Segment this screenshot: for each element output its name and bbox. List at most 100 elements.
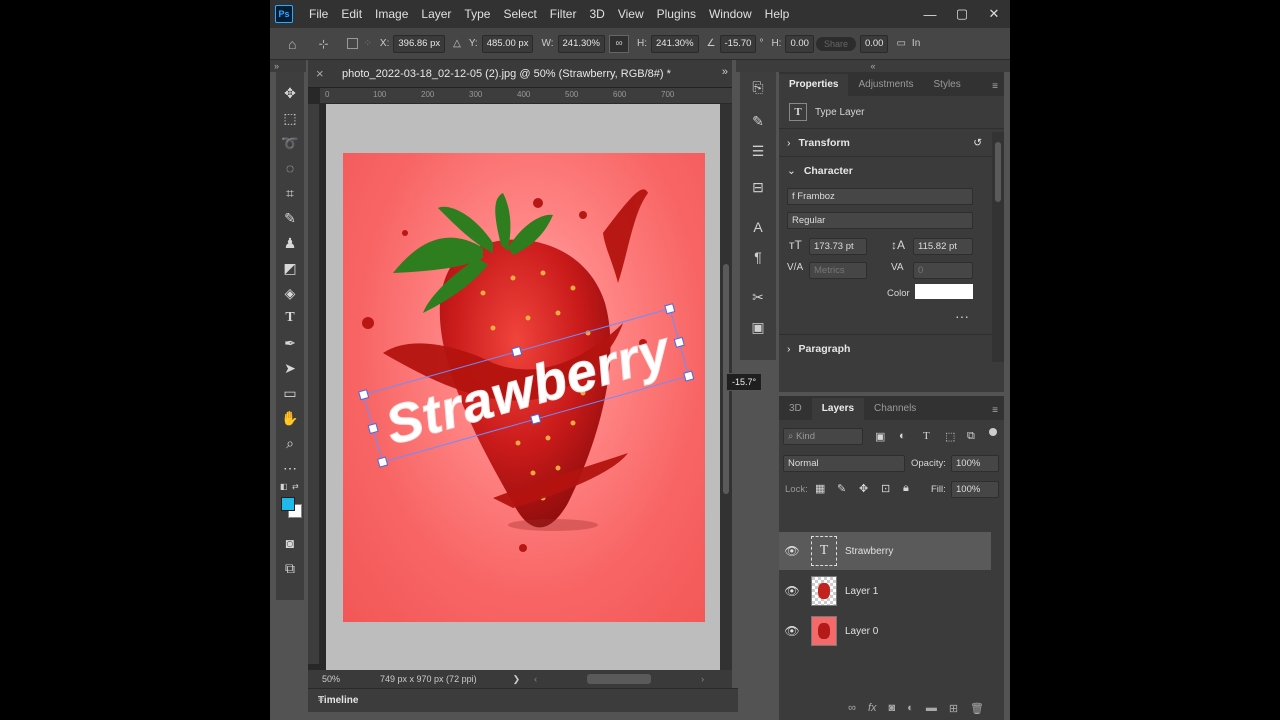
reference-grid-icon[interactable]: ⁘: [364, 38, 372, 49]
add-mask-icon[interactable]: ◙: [889, 702, 896, 714]
rectangle-tool-icon[interactable]: ▭: [279, 382, 301, 404]
menu-edit[interactable]: Edit: [341, 7, 362, 21]
pen-tool-icon[interactable]: ✒: [279, 332, 301, 354]
menu-type[interactable]: Type: [464, 7, 490, 21]
lock-position-icon[interactable]: ✥: [859, 482, 868, 495]
filter-smart-object-icon[interactable]: ⧉: [967, 430, 975, 443]
layer-kind-filter[interactable]: ⌕ Kind: [783, 428, 863, 445]
hskew-field[interactable]: 0.00: [785, 34, 814, 53]
tracking-field[interactable]: 0: [913, 262, 973, 279]
visibility-eye-icon[interactable]: 👁︎: [779, 544, 805, 558]
visibility-eye-icon[interactable]: 👁︎: [779, 624, 805, 638]
kerning-field[interactable]: Metrics: [809, 262, 867, 279]
foreground-color-swatch[interactable]: [281, 497, 295, 511]
tab-styles[interactable]: Styles: [924, 74, 971, 96]
layer-name[interactable]: Layer 0: [845, 626, 878, 637]
warp-icon[interactable]: ▭: [896, 38, 905, 49]
transform-handle[interactable]: [511, 346, 523, 358]
menu-view[interactable]: View: [618, 7, 644, 21]
transform-handle[interactable]: [530, 413, 542, 425]
reference-checkbox[interactable]: [346, 38, 358, 49]
brush-tool-icon[interactable]: ✎: [279, 207, 301, 229]
zoom-level[interactable]: 50%: [322, 674, 340, 684]
text-color-swatch[interactable]: [915, 284, 973, 299]
x-field[interactable]: 396.86 px: [393, 34, 446, 53]
delta-icon[interactable]: △: [453, 38, 461, 49]
quick-mask-icon[interactable]: ◙: [279, 532, 301, 554]
brush-settings-icon[interactable]: ✎: [740, 106, 776, 136]
paragraph-panel-icon[interactable]: ¶: [740, 242, 776, 272]
layer-name[interactable]: Strawberry: [845, 546, 893, 557]
link-icon[interactable]: ∞: [609, 34, 630, 53]
vskew-field[interactable]: 0.00: [859, 34, 889, 53]
menu-window[interactable]: Window: [709, 7, 752, 21]
menu-select[interactable]: Select: [503, 7, 536, 21]
leading-field[interactable]: 115.82 pt: [913, 238, 973, 255]
blend-mode-select[interactable]: Normal: [783, 455, 905, 472]
menu-filter[interactable]: Filter: [550, 7, 577, 21]
lock-pixels-icon[interactable]: ✎: [837, 482, 846, 495]
scroll-right-icon[interactable]: ›: [701, 674, 704, 684]
tab-close-icon[interactable]: ×: [316, 66, 324, 81]
reset-transform-icon[interactable]: ↺: [973, 137, 982, 149]
close-icon[interactable]: ✕: [978, 6, 1010, 22]
history-icon[interactable]: ⎘: [740, 72, 776, 102]
layer-row-layer-0[interactable]: 👁︎ Layer 0: [779, 612, 991, 650]
menu-file[interactable]: File: [309, 7, 328, 21]
more-options-icon[interactable]: ···: [955, 308, 969, 324]
zoom-tool-icon[interactable]: ⌕: [279, 432, 301, 454]
transform-handle[interactable]: [377, 456, 389, 468]
menu-plugins[interactable]: Plugins: [657, 7, 696, 21]
lasso-tool-icon[interactable]: ➰: [279, 132, 301, 154]
interpolation-label[interactable]: In: [912, 38, 920, 49]
transform-section[interactable]: › Transform ↺: [779, 128, 1004, 156]
link-layers-icon[interactable]: ∞: [848, 702, 856, 714]
tools-options-icon[interactable]: ✂: [740, 282, 776, 312]
panel-menu-icon[interactable]: ≡: [992, 405, 998, 416]
minimize-icon[interactable]: —: [914, 7, 946, 22]
document-dimensions[interactable]: 749 px x 970 px (72 ppi): [380, 674, 477, 684]
more-tools-icon[interactable]: ⋯: [279, 457, 301, 479]
transform-handle[interactable]: [367, 422, 379, 434]
gradient-tool-icon[interactable]: ◈: [279, 282, 301, 304]
delete-layer-icon[interactable]: 🗑︎: [970, 702, 984, 715]
menu-3d[interactable]: 3D: [589, 7, 604, 21]
filter-pixel-icon[interactable]: ▣: [875, 430, 885, 443]
scroll-left-icon[interactable]: ‹: [534, 674, 537, 684]
menu-help[interactable]: Help: [765, 7, 790, 21]
toolbar-collapse-strip[interactable]: »: [270, 60, 306, 72]
tab-properties[interactable]: Properties: [779, 74, 849, 96]
document-tab[interactable]: × photo_2022-03-18_02-12-05 (2).jpg @ 50…: [308, 60, 732, 88]
filter-toggle-icon[interactable]: [989, 428, 997, 436]
status-menu-icon[interactable]: ❯: [513, 674, 521, 685]
panel-menu-icon[interactable]: ≡: [992, 81, 998, 92]
share-button[interactable]: Share: [815, 36, 856, 51]
layer-row-strawberry[interactable]: 👁︎ T Strawberry: [779, 532, 991, 570]
reference-point-icon[interactable]: ⊹: [318, 37, 328, 51]
default-colors-icon[interactable]: ◧: [280, 482, 288, 491]
crop-tool-icon[interactable]: ⌗: [279, 182, 301, 204]
move-tool-icon[interactable]: ✥: [279, 82, 301, 104]
timeline-panel[interactable]: Timeline ≡: [308, 688, 738, 712]
transform-handle[interactable]: [683, 370, 695, 382]
font-family-select[interactable]: f Framboz: [787, 188, 973, 205]
transform-handle[interactable]: [664, 303, 676, 315]
transform-handle[interactable]: [673, 336, 685, 348]
clone-source-icon[interactable]: ⊟: [740, 172, 776, 202]
type-tool-icon[interactable]: T: [279, 307, 301, 329]
home-icon[interactable]: ⌂: [288, 36, 296, 52]
lock-artboard-icon[interactable]: ⊡: [881, 482, 890, 495]
tab-adjustments[interactable]: Adjustments: [848, 74, 923, 96]
h-field[interactable]: 241.30%: [651, 34, 699, 53]
font-size-field[interactable]: 173.73 pt: [809, 238, 867, 255]
layer-name[interactable]: Layer 1: [845, 586, 878, 597]
new-group-icon[interactable]: ▬: [926, 702, 937, 714]
path-select-tool-icon[interactable]: ➤: [279, 357, 301, 379]
y-field[interactable]: 485.00 px: [481, 34, 534, 53]
timeline-menu-icon[interactable]: ≡: [318, 694, 730, 705]
stamp-tool-icon[interactable]: ♟: [279, 232, 301, 254]
character-section[interactable]: ⌄ Character: [779, 156, 1004, 184]
canvas-artboard[interactable]: Strawberry: [343, 153, 705, 622]
hand-tool-icon[interactable]: ✋: [279, 407, 301, 429]
paragraph-section[interactable]: › Paragraph: [779, 334, 1004, 362]
